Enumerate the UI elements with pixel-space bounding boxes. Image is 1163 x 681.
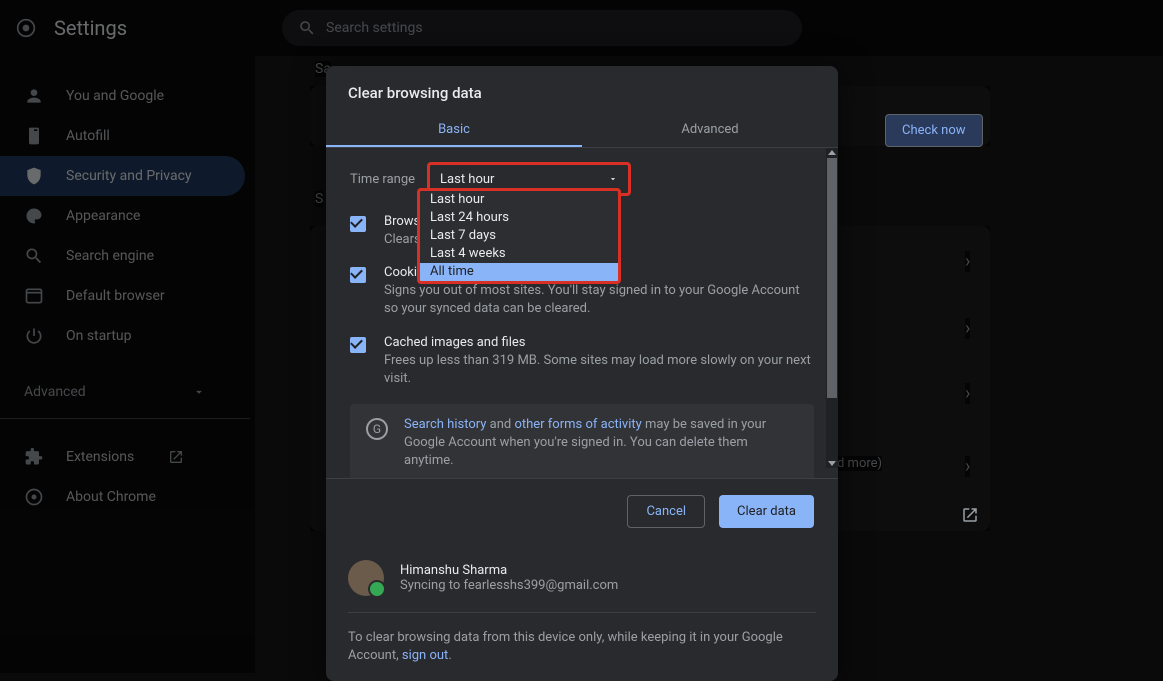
clipboard-icon bbox=[24, 126, 44, 146]
chevron-right-icon: › bbox=[965, 456, 970, 477]
section-heading: S bbox=[315, 191, 323, 207]
time-option-last-24-hours[interactable]: Last 24 hours bbox=[420, 209, 618, 227]
search-history-link[interactable]: Search history bbox=[404, 417, 486, 432]
extension-icon bbox=[24, 447, 44, 467]
time-range-dropdown: Last hour Last 24 hours Last 7 days Last… bbox=[419, 190, 619, 282]
nav-search-engine[interactable]: Search engine bbox=[0, 236, 245, 276]
nav-label: Default browser bbox=[66, 288, 165, 304]
nav-label: Security and Privacy bbox=[66, 168, 192, 184]
option-desc: Frees up less than 319 MB. Some sites ma… bbox=[384, 352, 814, 388]
scroll-thumb[interactable] bbox=[827, 158, 837, 398]
nav-label: Search engine bbox=[66, 248, 154, 264]
nav-label: On startup bbox=[66, 328, 132, 344]
person-icon bbox=[24, 86, 44, 106]
nav-you-and-google[interactable]: You and Google bbox=[0, 76, 245, 116]
nav-extensions[interactable]: Extensions bbox=[0, 437, 230, 477]
notice-text: and bbox=[486, 417, 514, 432]
nav-about-chrome[interactable]: About Chrome bbox=[0, 477, 245, 517]
browser-icon bbox=[24, 286, 44, 306]
google-account-notice: G Search history and other forms of acti… bbox=[350, 404, 814, 478]
nav-advanced[interactable]: Advanced bbox=[0, 384, 230, 400]
divider bbox=[0, 418, 250, 419]
chevron-right-icon: › bbox=[965, 251, 970, 272]
footnote-text: . bbox=[448, 648, 451, 663]
nav-label: About Chrome bbox=[66, 489, 156, 505]
scroll-up-icon[interactable] bbox=[828, 150, 836, 155]
palette-icon bbox=[24, 206, 44, 226]
option-desc: Clears bbox=[384, 231, 423, 249]
checkbox-cookies[interactable] bbox=[350, 267, 366, 283]
cancel-button[interactable]: Cancel bbox=[627, 495, 705, 528]
clear-browsing-data-dialog: Clear browsing data Basic Advanced Time … bbox=[326, 66, 838, 681]
other-activity-link[interactable]: other forms of activity bbox=[514, 417, 641, 432]
open-external-icon bbox=[168, 449, 184, 465]
nav-label: Autofill bbox=[66, 128, 110, 144]
time-option-last-4-weeks[interactable]: Last 4 weeks bbox=[420, 245, 618, 263]
account-sync-status: Syncing to fearlesshs399@gmail.com bbox=[400, 578, 618, 593]
nav-label: You and Google bbox=[66, 88, 164, 104]
scroll-down-icon[interactable] bbox=[828, 461, 836, 466]
nav-on-startup[interactable]: On startup bbox=[0, 316, 245, 356]
search-icon bbox=[24, 246, 44, 266]
clear-data-button[interactable]: Clear data bbox=[719, 495, 814, 528]
nav-label: Appearance bbox=[66, 208, 140, 224]
chevron-right-icon: › bbox=[965, 383, 970, 404]
option-title: Cached images and files bbox=[384, 335, 814, 350]
search-settings[interactable]: Search settings bbox=[282, 10, 802, 46]
shield-icon bbox=[24, 166, 44, 186]
google-g-icon: G bbox=[366, 418, 388, 440]
nav-label: Advanced bbox=[24, 384, 86, 400]
nav-default-browser[interactable]: Default browser bbox=[0, 276, 245, 316]
footnote: To clear browsing data from this device … bbox=[326, 613, 838, 681]
chevron-right-icon: › bbox=[965, 318, 970, 339]
tab-advanced[interactable]: Advanced bbox=[582, 112, 838, 147]
time-range-value: Last hour bbox=[440, 172, 494, 187]
checkbox-browsing-history[interactable] bbox=[350, 216, 366, 232]
option-title: Browsi bbox=[384, 214, 423, 229]
text-fragment: d more) bbox=[837, 456, 882, 471]
dropdown-arrow-icon bbox=[608, 174, 618, 184]
chrome-icon bbox=[16, 18, 36, 38]
power-icon bbox=[24, 326, 44, 346]
time-option-all-time[interactable]: All time bbox=[420, 263, 618, 281]
tab-basic[interactable]: Basic bbox=[326, 112, 582, 147]
time-range-label: Time range bbox=[350, 172, 415, 187]
account-name: Himanshu Sharma bbox=[400, 563, 618, 578]
time-option-last-7-days[interactable]: Last 7 days bbox=[420, 227, 618, 245]
nav-appearance[interactable]: Appearance bbox=[0, 196, 245, 236]
time-option-last-hour[interactable]: Last hour bbox=[420, 191, 618, 209]
chrome-icon bbox=[24, 487, 44, 507]
option-desc: Signs you out of most sites. You'll stay… bbox=[384, 282, 814, 318]
scrollbar[interactable] bbox=[826, 148, 838, 468]
checkbox-cached[interactable] bbox=[350, 337, 366, 353]
sign-out-link[interactable]: sign out bbox=[402, 648, 448, 663]
search-placeholder: Search settings bbox=[326, 20, 423, 36]
open-external-icon bbox=[961, 506, 979, 524]
account-row: Himanshu Sharma Syncing to fearlesshs399… bbox=[326, 544, 838, 612]
nav-label: Extensions bbox=[66, 449, 134, 465]
app-title: Settings bbox=[54, 16, 127, 40]
nav-security-privacy[interactable]: Security and Privacy bbox=[0, 156, 245, 196]
search-icon bbox=[298, 19, 316, 37]
avatar bbox=[348, 560, 384, 596]
check-now-button[interactable]: Check now bbox=[885, 114, 983, 147]
nav-autofill[interactable]: Autofill bbox=[0, 116, 245, 156]
dialog-title: Clear browsing data bbox=[326, 66, 838, 112]
chevron-down-icon bbox=[192, 385, 206, 399]
